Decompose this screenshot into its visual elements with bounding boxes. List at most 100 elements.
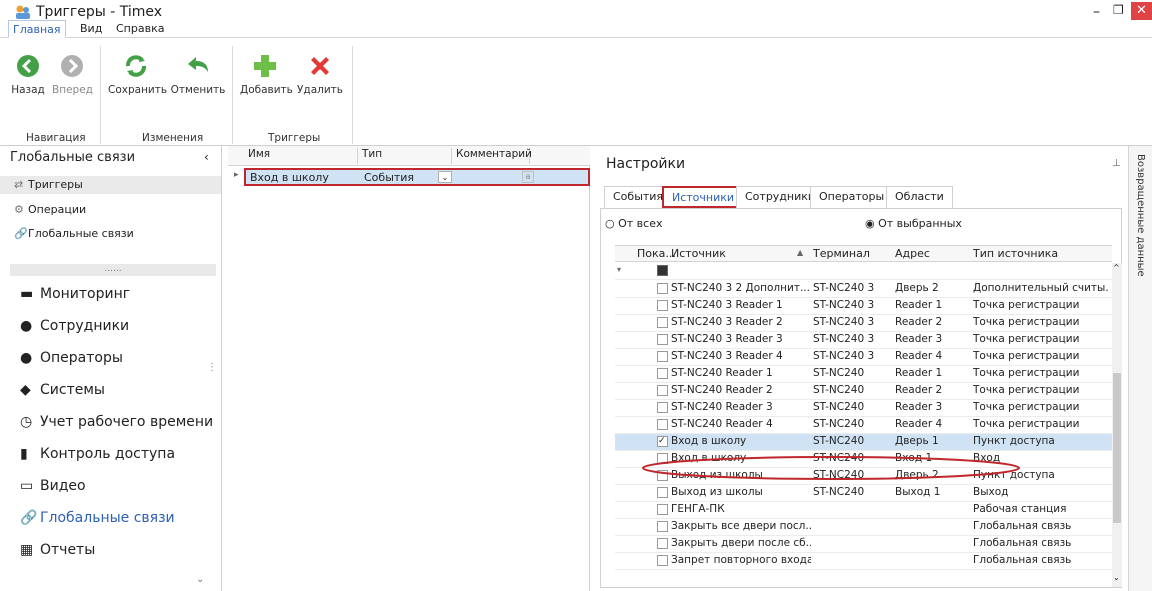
col-address[interactable]: Адрес: [895, 247, 930, 260]
table-row[interactable]: ST-NC240 3 Reader 3 ST-NC240 3 Reader 3 Точ…: [615, 332, 1112, 349]
table-row[interactable]: ST-NC240 3 Reader 2 ST-NC240 3 Reader 2 Точ…: [615, 315, 1112, 332]
cell-terminal: ST-NC240 3: [813, 299, 875, 311]
nav-employees[interactable]: ● Сотрудники: [20, 318, 129, 334]
scroll-thumb[interactable]: [1113, 373, 1121, 523]
save-button[interactable]: Сохранить: [108, 52, 167, 96]
checkbox-icon[interactable]: [657, 334, 668, 345]
radio-empty-icon: ○: [605, 217, 615, 230]
close-icon[interactable]: ✕: [1131, 2, 1152, 20]
trigger-type[interactable]: События: [364, 171, 440, 184]
delete-button[interactable]: Удалить: [296, 52, 344, 96]
pane-splitter[interactable]: ......: [10, 264, 216, 276]
collapse-chevron-icon[interactable]: ‹: [204, 150, 209, 164]
checkbox-icon[interactable]: [657, 538, 668, 549]
sidebar-item-operations[interactable]: ⚙ Операции: [14, 203, 86, 216]
trigger-name: Вход в школу: [250, 171, 329, 184]
sources-header: Пока... Источник ▲ Терминал Адрес Тип ис…: [615, 245, 1112, 262]
tab-help[interactable]: Справка: [116, 20, 164, 38]
checkbox-icon[interactable]: [657, 351, 668, 362]
checkbox-icon[interactable]: [657, 385, 668, 396]
tab-areas[interactable]: Области: [886, 186, 953, 208]
cell-address: Дверь 1: [895, 435, 939, 447]
radio-selected[interactable]: ◉ От выбранных: [865, 217, 962, 230]
cell-source: ГЕНГА-ПК: [671, 503, 725, 515]
left-pane: Глобальные связи ‹ ⇄ Триггеры ⚙ Операции 🔗…: [0, 146, 222, 591]
checkbox-checked-icon[interactable]: ✓: [657, 436, 668, 447]
checkbox-icon[interactable]: [657, 419, 668, 430]
table-row[interactable]: ST-NC240 Reader 3 ST-NC240 Reader 3 Точка р…: [615, 400, 1112, 417]
col-type[interactable]: Тип: [358, 148, 452, 164]
table-row[interactable]: ▸ Вход в школу События ⌄ a: [228, 168, 590, 186]
selected-trigger-row[interactable]: Вход в школу События ⌄ a: [244, 168, 590, 186]
filter-row[interactable]: ▾: [615, 263, 1112, 280]
nav-access-control[interactable]: ▮ Контроль доступа: [20, 446, 175, 462]
checkbox-icon[interactable]: [657, 521, 668, 532]
tab-sources[interactable]: Источники: [662, 186, 745, 208]
table-row[interactable]: ST-NC240 Reader 1 ST-NC240 Reader 1 Точка р…: [615, 366, 1112, 383]
nav-monitoring[interactable]: ▬ Мониторинг: [20, 286, 130, 302]
grip-icon[interactable]: ⋮: [207, 362, 217, 373]
sidebar-item-global-links[interactable]: 🔗Глобальные связи: [14, 227, 134, 240]
monitor-icon: ▬: [20, 286, 34, 302]
filter-checkbox-icon[interactable]: [657, 265, 668, 276]
checkbox-icon[interactable]: [657, 300, 668, 311]
add-button[interactable]: Добавить: [240, 52, 293, 96]
table-row[interactable]: Выход из школы ST-NC240 Выход 1 Выход: [615, 485, 1112, 502]
table-row[interactable]: Закрыть двери после сб... Глобальная связ…: [615, 536, 1112, 553]
comment-edit-icon[interactable]: a: [522, 171, 534, 183]
dropdown-chevron-icon[interactable]: ⌄: [438, 171, 452, 183]
col-comment[interactable]: Комментарий: [452, 148, 532, 164]
cell-terminal: ST-NC240: [813, 418, 865, 430]
cell-source: ST-NC240 Reader 1: [671, 367, 773, 379]
nav-operators[interactable]: ● Операторы: [20, 350, 123, 366]
cell-type: Пункт доступа: [973, 435, 1055, 447]
checkbox-icon[interactable]: [657, 283, 668, 294]
nav-time-tracking[interactable]: ◷ Учет рабочего времени: [20, 414, 213, 430]
nav-reports[interactable]: ▦ Отчеты: [20, 542, 95, 558]
table-row[interactable]: ST-NC240 Reader 4 ST-NC240 Reader 4 Точка р…: [615, 417, 1112, 434]
radio-all[interactable]: ○ От всех: [605, 217, 662, 230]
tab-view[interactable]: Вид: [80, 20, 102, 38]
checkbox-icon[interactable]: [657, 317, 668, 328]
tab-operators[interactable]: Операторы: [810, 186, 894, 208]
sidebar-item-triggers-label: ⇄ Триггеры: [14, 178, 83, 191]
col-source-type[interactable]: Тип источника: [973, 247, 1058, 260]
sort-up-icon: ▲: [797, 248, 804, 257]
chevron-down-icon[interactable]: ⌄: [196, 574, 204, 585]
sources-tab-content: ○ От всех ◉ От выбранных Пока... Источни…: [600, 208, 1122, 588]
checkbox-icon[interactable]: [657, 402, 668, 413]
col-name[interactable]: Имя: [244, 148, 358, 164]
cancel-button[interactable]: Отменить: [170, 52, 226, 96]
table-row[interactable]: Запрет повторного входа Глобальная связь: [615, 553, 1112, 570]
checkbox-icon[interactable]: [657, 555, 668, 566]
checkbox-icon[interactable]: [657, 368, 668, 379]
table-row[interactable]: Закрыть все двери посл... Глобальная связ…: [615, 519, 1112, 536]
restore-icon[interactable]: ❐: [1113, 3, 1124, 17]
tab-home[interactable]: Главная: [8, 20, 66, 38]
checkbox-icon[interactable]: [657, 487, 668, 498]
table-row[interactable]: ST-NC240 3 Reader 4 ST-NC240 3 Reader 4 Точ…: [615, 349, 1112, 366]
back-button[interactable]: Назад: [10, 52, 46, 96]
cell-terminal: ST-NC240: [813, 384, 865, 396]
scrollbar[interactable]: ^ ⌄: [1112, 263, 1122, 587]
cell-type: Точка регистрации: [973, 333, 1080, 345]
table-row[interactable]: ✓ Вход в школу ST-NC240 Дверь 1 Пункт доступ…: [615, 434, 1112, 451]
vertical-side-panel[interactable]: Возвращенные данные: [1128, 146, 1152, 591]
checkbox-icon[interactable]: [657, 504, 668, 515]
scroll-up-icon[interactable]: ^: [1113, 263, 1120, 272]
nav-systems[interactable]: ◆ Системы: [20, 382, 105, 398]
nav-video[interactable]: ▭ Видео: [20, 478, 86, 494]
forward-button[interactable]: Вперед: [52, 52, 93, 96]
pin-icon[interactable]: ⊥: [1112, 158, 1121, 169]
scroll-down-icon[interactable]: ⌄: [1113, 573, 1120, 582]
table-row[interactable]: ST-NC240 3 Reader 1 ST-NC240 3 Reader 1 Точ…: [615, 298, 1112, 315]
nav-global-links[interactable]: 🔗 Глобальные связи: [20, 510, 175, 526]
ribbon-separator: [100, 46, 101, 144]
col-terminal[interactable]: Терминал: [813, 247, 870, 260]
vertical-tab-label[interactable]: Возвращенные данные: [1135, 154, 1146, 277]
table-row[interactable]: ГЕНГА-ПК Рабочая станция: [615, 502, 1112, 519]
table-row[interactable]: ST-NC240 3 2 Дополнит... ST-NC240 3 Дверь …: [615, 281, 1112, 298]
table-row[interactable]: ST-NC240 Reader 2 ST-NC240 Reader 2 Точка р…: [615, 383, 1112, 400]
col-source[interactable]: Источник: [671, 247, 726, 260]
minimize-icon[interactable]: –: [1093, 4, 1100, 20]
